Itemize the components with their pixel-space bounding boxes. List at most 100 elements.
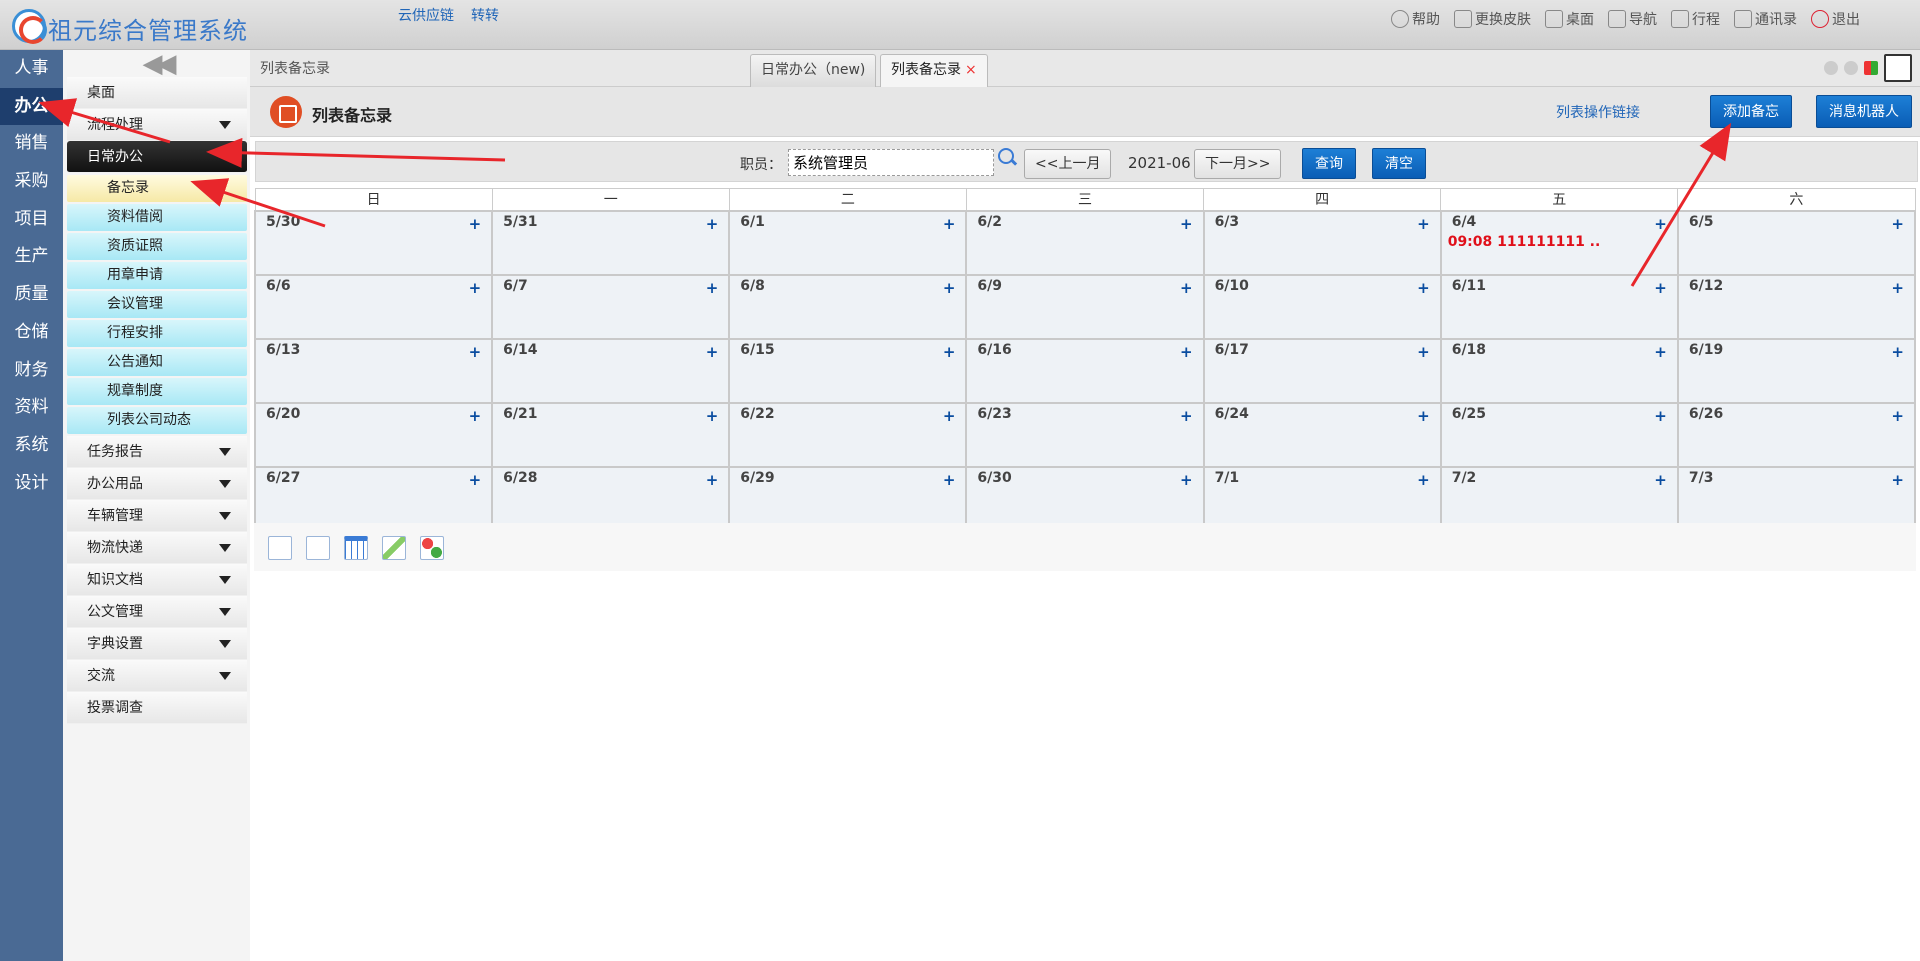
rail-item-system[interactable]: 系统 [0, 427, 63, 465]
submenu-item-7[interactable]: 规章制度 [67, 378, 247, 405]
add-memo-plus-icon[interactable]: + [1180, 407, 1193, 425]
add-memo-plus-icon[interactable]: + [1891, 343, 1904, 361]
calendar-day-cell[interactable]: 6/12 + [1676, 273, 1917, 340]
message-robot-button[interactable]: 消息机器人 [1816, 95, 1912, 128]
calendar-day-cell[interactable]: 6/20 + [253, 401, 494, 468]
add-memo-plus-icon[interactable]: + [943, 407, 956, 425]
menu-item-desktop[interactable]: 桌面 [67, 77, 247, 109]
help-button[interactable]: 帮助 [1391, 9, 1440, 29]
list-action-link[interactable]: 列表操作链接 [1556, 102, 1640, 122]
rail-item-office[interactable]: 办公 [0, 87, 63, 126]
rail-item-design[interactable]: 设计 [0, 465, 63, 503]
rail-item-sales[interactable]: 销售 [0, 125, 63, 163]
add-memo-plus-icon[interactable]: + [1654, 279, 1667, 297]
puzzle-icon[interactable] [420, 536, 444, 560]
menu-group-4[interactable]: 知识文档 [67, 564, 247, 596]
calendar-day-cell[interactable]: 6/28 + [491, 465, 731, 532]
menu-group-1[interactable]: 办公用品 [67, 468, 247, 500]
calendar-day-cell[interactable]: 6/4 +09:08 111111111 .. [1439, 209, 1679, 276]
calendar-day-cell[interactable]: 6/6 + [253, 273, 494, 340]
change-skin-button[interactable]: 更换皮肤 [1454, 9, 1531, 29]
menu-group-0[interactable]: 任务报告 [67, 436, 247, 468]
add-memo-plus-icon[interactable]: + [1891, 471, 1904, 489]
add-memo-plus-icon[interactable]: + [1180, 471, 1193, 489]
add-memo-plus-icon[interactable]: + [469, 279, 482, 297]
add-memo-plus-icon[interactable]: + [1891, 407, 1904, 425]
calendar-day-cell[interactable]: 6/9 + [965, 273, 1205, 340]
select-icon[interactable] [268, 536, 292, 560]
rail-item-quality[interactable]: 质量 [0, 276, 63, 314]
calendar-day-cell[interactable]: 6/10 + [1202, 273, 1442, 340]
menu-group-6[interactable]: 字典设置 [67, 628, 247, 660]
add-memo-plus-icon[interactable]: + [469, 471, 482, 489]
submenu-item-0[interactable]: 备忘录 [67, 175, 247, 202]
menu-group-3[interactable]: 物流快递 [67, 532, 247, 564]
edit-icon[interactable] [382, 536, 406, 560]
tab-menu-icon[interactable] [1864, 61, 1878, 75]
add-memo-plus-icon[interactable]: + [469, 407, 482, 425]
add-memo-plus-icon[interactable]: + [1891, 279, 1904, 297]
submenu-item-5[interactable]: 行程安排 [67, 320, 247, 347]
rail-item-purchase[interactable]: 采购 [0, 163, 63, 201]
logout-button[interactable]: 退出 [1811, 9, 1860, 29]
submenu-item-2[interactable]: 资质证照 [67, 233, 247, 260]
add-memo-button[interactable]: 添加备忘 [1710, 95, 1792, 128]
add-memo-plus-icon[interactable]: + [706, 471, 719, 489]
calendar-day-cell[interactable]: 6/15 + [728, 337, 968, 404]
calendar-day-cell[interactable]: 7/1 + [1202, 465, 1442, 532]
collapse-sidebar-button[interactable]: ◀◀ [63, 49, 250, 79]
menu-item-flow[interactable]: 流程处理 [67, 109, 247, 141]
rail-item-finance[interactable]: 财务 [0, 352, 63, 390]
add-memo-plus-icon[interactable]: + [469, 343, 482, 361]
calendar-day-cell[interactable]: 6/26 + [1676, 401, 1917, 468]
calendar-day-cell[interactable]: 6/30 + [965, 465, 1205, 532]
calendar-day-cell[interactable]: 6/5 + [1676, 209, 1917, 276]
calendar-day-cell[interactable]: 6/13 + [253, 337, 494, 404]
submenu-item-3[interactable]: 用章申请 [67, 262, 247, 289]
calendar-day-cell[interactable]: 6/16 + [965, 337, 1205, 404]
add-memo-plus-icon[interactable]: + [1654, 407, 1667, 425]
clear-button[interactable]: 清空 [1372, 148, 1426, 179]
add-memo-plus-icon[interactable]: + [1417, 407, 1430, 425]
add-memo-plus-icon[interactable]: + [1417, 471, 1430, 489]
add-memo-plus-icon[interactable]: + [469, 215, 482, 233]
employee-input[interactable] [788, 149, 994, 176]
calendar-day-cell[interactable]: 6/25 + [1439, 401, 1679, 468]
calendar-day-cell[interactable]: 6/7 + [491, 273, 731, 340]
add-memo-plus-icon[interactable]: + [1417, 215, 1430, 233]
table-icon[interactable] [344, 536, 368, 560]
add-memo-plus-icon[interactable]: + [1891, 215, 1904, 233]
calendar-day-cell[interactable]: 6/8 + [728, 273, 968, 340]
tab-daily-office[interactable]: 日常办公（new) [750, 54, 877, 87]
menu-item-daily-office[interactable]: 日常办公 [67, 141, 247, 173]
calendar-day-cell[interactable]: 6/1 + [728, 209, 968, 276]
add-memo-plus-icon[interactable]: + [706, 215, 719, 233]
menu-group-2[interactable]: 车辆管理 [67, 500, 247, 532]
calendar-day-cell[interactable]: 7/3 + [1676, 465, 1917, 532]
add-memo-plus-icon[interactable]: + [1417, 279, 1430, 297]
memo-entry[interactable]: 09:08 111111111 .. [1448, 234, 1667, 250]
next-tab-icon[interactable] [1844, 61, 1858, 75]
submenu-item-8[interactable]: 列表公司动态 [67, 407, 247, 434]
close-icon[interactable]: × [965, 62, 977, 78]
rail-item-warehouse[interactable]: 仓储 [0, 314, 63, 352]
calendar-day-cell[interactable]: 7/2 + [1439, 465, 1679, 532]
add-memo-plus-icon[interactable]: + [943, 279, 956, 297]
add-memo-plus-icon[interactable]: + [943, 471, 956, 489]
rail-item-production[interactable]: 生产 [0, 238, 63, 276]
submenu-item-1[interactable]: 资料借阅 [67, 204, 247, 231]
add-memo-plus-icon[interactable]: + [1654, 215, 1667, 233]
submenu-item-6[interactable]: 公告通知 [67, 349, 247, 376]
add-memo-plus-icon[interactable]: + [1180, 215, 1193, 233]
add-memo-plus-icon[interactable]: + [706, 343, 719, 361]
desktop-button[interactable]: 桌面 [1545, 9, 1594, 29]
calendar-day-cell[interactable]: 6/3 + [1202, 209, 1442, 276]
fullscreen-icon[interactable] [1884, 54, 1912, 82]
submenu-item-4[interactable]: 会议管理 [67, 291, 247, 318]
calendar-day-cell[interactable]: 6/2 + [965, 209, 1205, 276]
calendar-day-cell[interactable]: 6/24 + [1202, 401, 1442, 468]
calendar-day-cell[interactable]: 6/29 + [728, 465, 968, 532]
menu-group-5[interactable]: 公文管理 [67, 596, 247, 628]
calendar-day-cell[interactable]: 6/11 + [1439, 273, 1679, 340]
calendar-day-cell[interactable]: 6/21 + [491, 401, 731, 468]
